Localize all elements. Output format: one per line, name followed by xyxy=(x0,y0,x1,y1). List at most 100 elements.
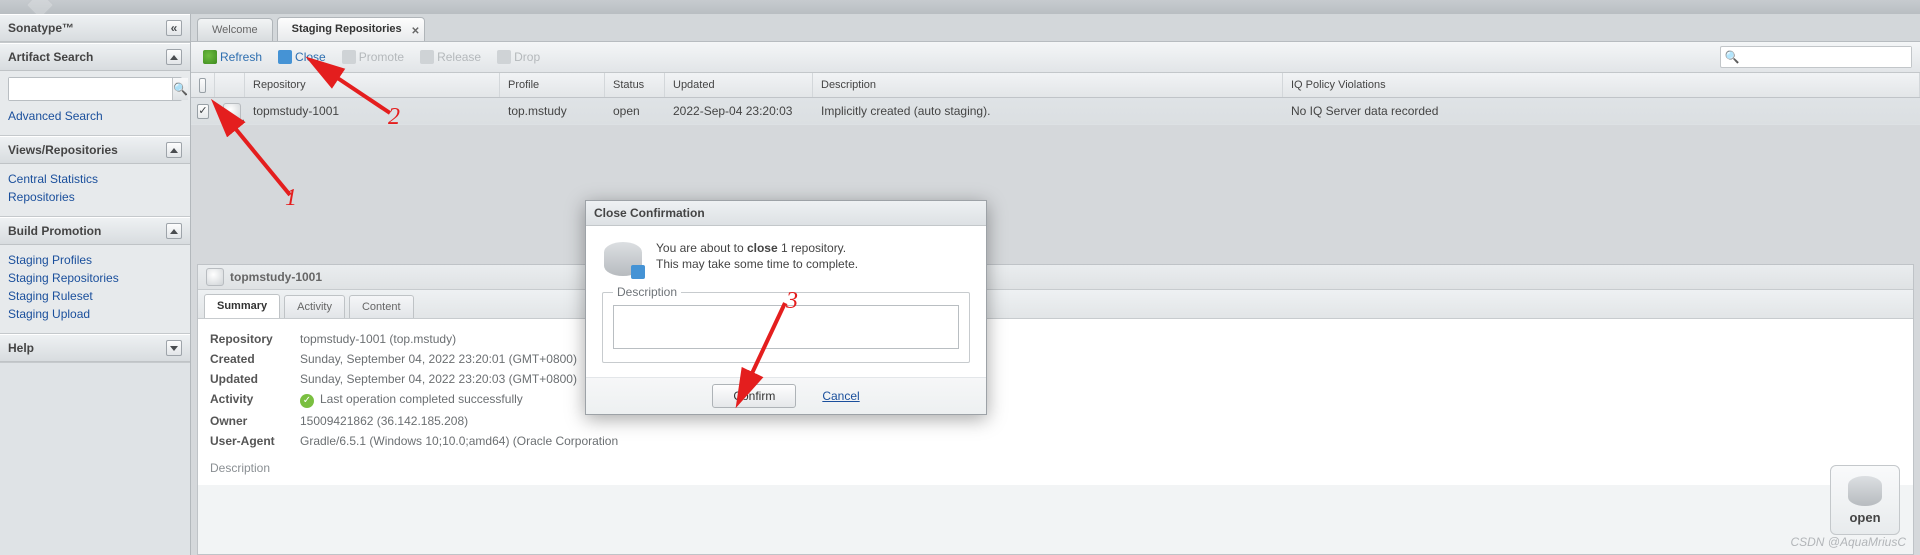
repo-detail-panel: topmstudy-1001 Summary Activity Content … xyxy=(197,264,1914,555)
cell-description: Implicitly created (auto staging). xyxy=(813,98,1283,124)
tab-staging-label: Staging Repositories xyxy=(292,23,402,35)
tab-welcome-label: Welcome xyxy=(212,24,258,36)
drop-button: Drop xyxy=(493,48,544,66)
collapse-icon[interactable] xyxy=(166,142,182,158)
success-icon: ✓ xyxy=(300,394,314,408)
col-header-status[interactable]: Status xyxy=(605,73,665,97)
database-icon xyxy=(1848,476,1882,506)
repo-icon xyxy=(206,268,224,286)
detail-title: topmstudy-1001 xyxy=(230,265,322,289)
detail-tab-bar: Summary Activity Content xyxy=(198,290,1913,319)
dialog-message: You are about to close 1 repository. Thi… xyxy=(656,240,858,276)
panel-title: Artifact Search xyxy=(8,44,93,70)
label-updated: Updated xyxy=(210,372,300,386)
cell-repository: topmstudy-1001 xyxy=(245,98,500,124)
label-created: Created xyxy=(210,352,300,366)
link-repositories[interactable]: Repositories xyxy=(8,188,182,206)
close-confirmation-dialog: Close Confirmation You are about to clos… xyxy=(585,200,987,415)
panel-title: Help xyxy=(8,335,34,361)
search-icon[interactable]: 🔍 xyxy=(172,78,188,100)
close-tab-icon[interactable]: ✕ xyxy=(411,21,419,43)
label-user-agent: User-Agent xyxy=(210,434,300,448)
status-badge-label: open xyxy=(1849,510,1880,525)
artifact-search-input-wrap[interactable]: 🔍 xyxy=(8,77,182,101)
drop-label: Drop xyxy=(514,50,540,64)
panel-help: Help xyxy=(0,334,190,363)
refresh-button[interactable]: Refresh xyxy=(199,48,266,66)
panel-help-header[interactable]: Help xyxy=(0,334,190,362)
tab-content[interactable]: Content xyxy=(349,295,414,318)
tab-welcome[interactable]: Welcome xyxy=(197,18,273,41)
promote-icon xyxy=(342,50,356,64)
repo-grid-header: Repository Profile Status Updated Descri… xyxy=(191,73,1920,98)
collapse-icon[interactable] xyxy=(166,223,182,239)
value-updated: Sunday, September 04, 2022 23:20:03 (GMT… xyxy=(300,372,577,386)
confirm-button[interactable]: Confirm xyxy=(712,384,796,408)
cancel-link[interactable]: Cancel xyxy=(822,389,859,403)
cell-status: open xyxy=(605,98,665,124)
tab-activity[interactable]: Activity xyxy=(284,295,345,318)
promote-button: Promote xyxy=(338,48,408,66)
artifact-search-input[interactable] xyxy=(9,78,172,100)
col-header-profile[interactable]: Profile xyxy=(500,73,605,97)
release-button: Release xyxy=(416,48,485,66)
link-staging-repositories[interactable]: Staging Repositories xyxy=(8,269,182,287)
value-repository: topmstudy-1001 (top.mstudy) xyxy=(300,332,456,346)
dialog-description-textarea[interactable] xyxy=(613,305,959,349)
promote-label: Promote xyxy=(359,50,404,64)
link-staging-upload[interactable]: Staging Upload xyxy=(8,305,182,323)
tab-summary[interactable]: Summary xyxy=(204,294,280,318)
panel-artifact-search-header[interactable]: Artifact Search xyxy=(0,43,190,71)
link-staging-ruleset[interactable]: Staging Ruleset xyxy=(8,287,182,305)
col-header-description[interactable]: Description xyxy=(813,73,1283,97)
panel-title: Views/Repositories xyxy=(8,137,118,163)
col-header-updated[interactable]: Updated xyxy=(665,73,813,97)
close-icon xyxy=(278,50,292,64)
select-all-checkbox[interactable] xyxy=(199,78,206,93)
cell-iq: No IQ Server data recorded xyxy=(1283,98,1920,124)
expand-icon[interactable] xyxy=(166,340,182,356)
col-header-iq[interactable]: IQ Policy Violations xyxy=(1283,73,1920,97)
dialog-title: Close Confirmation xyxy=(586,201,986,226)
panel-views-repositories: Views/Repositories Central Statistics Re… xyxy=(0,136,190,217)
detail-body: Repository topmstudy-1001 (top.mstudy) C… xyxy=(198,319,1913,485)
link-central-statistics[interactable]: Central Statistics xyxy=(8,170,182,188)
value-activity: ✓Last operation completed successfully xyxy=(300,392,523,408)
label-description: Description xyxy=(210,461,1901,475)
brand-header: Sonatype™ xyxy=(0,14,190,42)
window-top-strip xyxy=(0,0,1920,14)
filter-search-icon: 🔍 xyxy=(1721,47,1743,67)
close-button[interactable]: Close xyxy=(274,48,330,66)
advanced-search-link[interactable]: Advanced Search xyxy=(8,107,182,125)
panel-build-promotion: Build Promotion Staging Profiles Staging… xyxy=(0,217,190,334)
close-label: Close xyxy=(295,50,326,64)
status-badge: open xyxy=(1830,465,1900,535)
database-save-icon xyxy=(604,242,642,276)
repo-row[interactable]: topmstudy-1001 top.mstudy open 2022-Sep-… xyxy=(191,98,1920,125)
link-staging-profiles[interactable]: Staging Profiles xyxy=(8,251,182,269)
filter-input[interactable] xyxy=(1743,47,1911,67)
main-tab-bar: Welcome Staging Repositories ✕ xyxy=(191,14,1920,42)
filter-input-wrap[interactable]: 🔍 xyxy=(1720,46,1912,68)
collapse-sidebar-icon[interactable] xyxy=(166,20,182,36)
brand-label: Sonatype™ xyxy=(8,15,74,41)
label-owner: Owner xyxy=(210,414,300,428)
panel-title: Build Promotion xyxy=(8,218,101,244)
release-label: Release xyxy=(437,50,481,64)
watermark: CSDN @AquaMriusC xyxy=(1790,535,1906,549)
panel-artifact-search: Artifact Search 🔍 Advanced Search xyxy=(0,43,190,136)
panel-views-header[interactable]: Views/Repositories xyxy=(0,136,190,164)
detail-title-bar: topmstudy-1001 xyxy=(198,265,1913,290)
refresh-icon xyxy=(203,50,217,64)
panel-build-header[interactable]: Build Promotion xyxy=(0,217,190,245)
row-checkbox[interactable] xyxy=(197,104,208,119)
col-header-repository[interactable]: Repository xyxy=(245,73,500,97)
value-owner: 15009421862 (36.142.185.208) xyxy=(300,414,468,428)
cell-profile: top.mstudy xyxy=(500,98,605,124)
dialog-description-label: Description xyxy=(613,285,681,299)
refresh-label: Refresh xyxy=(220,50,262,64)
tab-staging-repositories[interactable]: Staging Repositories ✕ xyxy=(277,17,425,41)
value-user-agent: Gradle/6.5.1 (Windows 10;10.0;amd64) (Or… xyxy=(300,434,618,448)
sidebar: Sonatype™ Artifact Search 🔍 Advanced Sea… xyxy=(0,14,191,555)
collapse-icon[interactable] xyxy=(166,49,182,65)
